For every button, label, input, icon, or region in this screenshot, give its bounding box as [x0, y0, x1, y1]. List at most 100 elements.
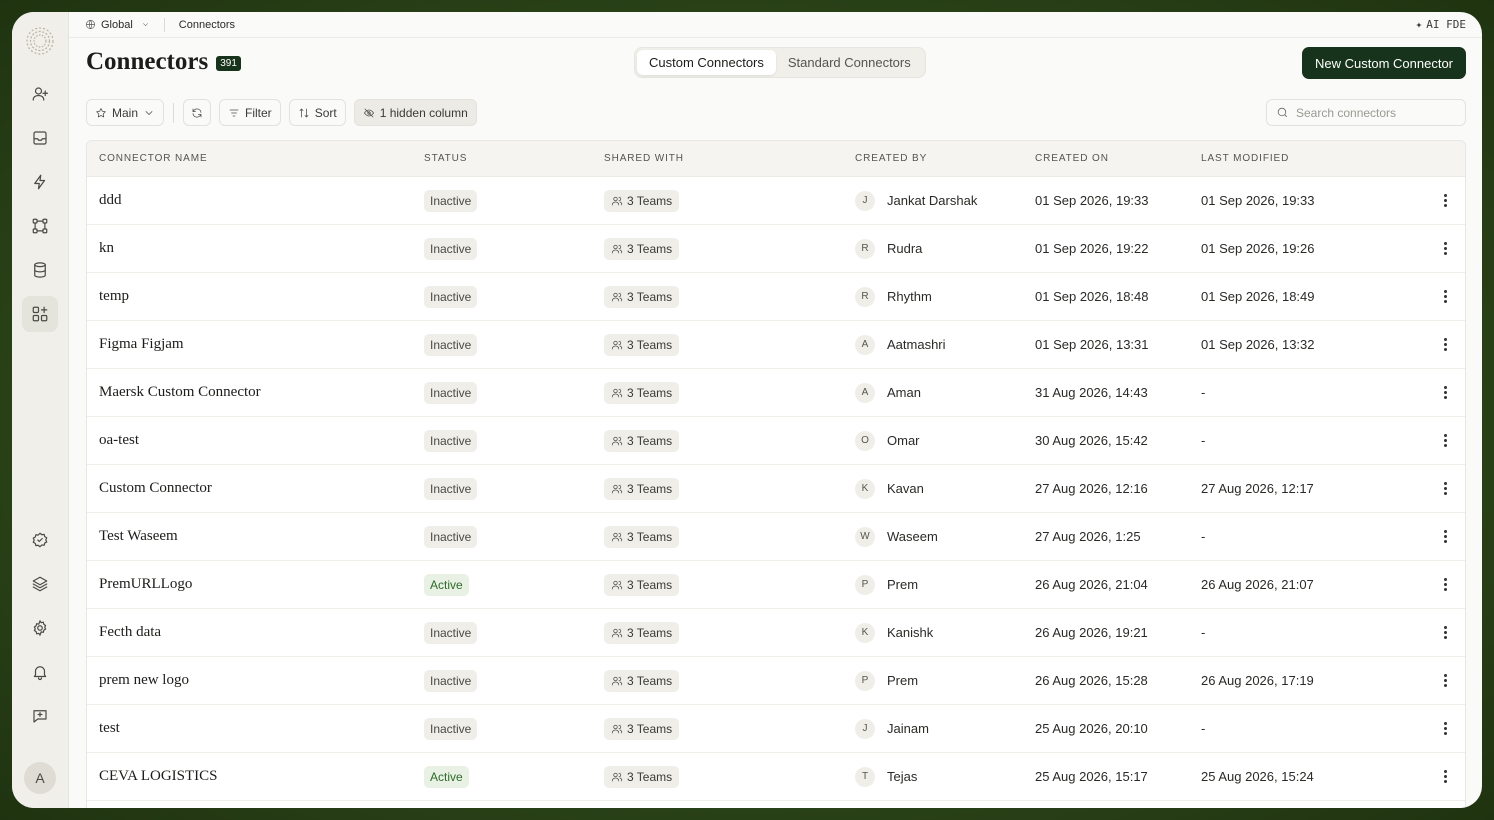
- connector-name[interactable]: Figma Figjam: [99, 336, 184, 353]
- row-menu-icon[interactable]: [1437, 481, 1453, 497]
- view-selector[interactable]: Main: [86, 99, 165, 126]
- shared-with-badge[interactable]: 3 Teams: [604, 621, 680, 644]
- connector-name[interactable]: prem new logo: [99, 672, 189, 689]
- connector-name[interactable]: CEVA LOGISTICS: [99, 768, 218, 785]
- nav-feedback[interactable]: [22, 698, 58, 734]
- shared-with-badge[interactable]: 3 Teams: [604, 237, 680, 260]
- table-row[interactable]: PremURLLogo Active 3 Teams P Prem 26 Aug…: [87, 561, 1465, 609]
- header-connector-name[interactable]: Connector Name: [99, 153, 208, 164]
- table-row[interactable]: Figma Figjam Inactive 3 Teams A Aatmashr…: [87, 321, 1465, 369]
- header-created-by[interactable]: Created By: [855, 153, 927, 164]
- shared-with-badge[interactable]: 3 Teams: [604, 765, 680, 788]
- row-menu-icon[interactable]: [1437, 673, 1453, 689]
- table-row[interactable]: ddd Inactive 3 Teams J Jankat Darshak 01…: [87, 177, 1465, 225]
- shared-with-badge[interactable]: 3 Teams: [604, 189, 680, 212]
- connector-name[interactable]: Custom Connector: [99, 480, 212, 497]
- ai-fde-button[interactable]: ✦ AI FDE: [1416, 18, 1466, 31]
- nav-inbox[interactable]: [22, 120, 58, 156]
- created-on: 26 Aug 2026, 15:28: [1035, 673, 1148, 688]
- nav-connectors[interactable]: [22, 296, 58, 332]
- connector-name[interactable]: oa-test: [99, 432, 139, 449]
- row-menu-icon[interactable]: [1437, 625, 1453, 641]
- table-row[interactable]: Custom Connector Inactive 3 Teams K Kava…: [87, 465, 1465, 513]
- user-avatar[interactable]: A: [24, 762, 56, 794]
- shared-with-badge[interactable]: 3 Teams: [604, 477, 680, 500]
- tab-custom-connectors[interactable]: Custom Connectors: [637, 50, 776, 75]
- table-row[interactable]: CEVA LOGISTICS Active 3 Teams T Tejas 25…: [87, 753, 1465, 801]
- status-badge: Active: [424, 573, 469, 596]
- connector-name[interactable]: Fecth data: [99, 624, 161, 641]
- row-menu-icon[interactable]: [1437, 385, 1453, 401]
- connector-name[interactable]: Maersk Custom Connector: [99, 384, 261, 401]
- table-row[interactable]: Fecth data Inactive 3 Teams K Kanishk 26…: [87, 609, 1465, 657]
- header-last-modified[interactable]: Last Modified: [1201, 153, 1289, 164]
- row-menu-icon[interactable]: [1437, 769, 1453, 785]
- creator: O Omar: [855, 430, 920, 451]
- brand-logo-icon[interactable]: [25, 26, 55, 56]
- table-row[interactable]: test Inactive 3 Teams J Jainam 25 Aug 20…: [87, 705, 1465, 753]
- status-badge: Inactive: [424, 525, 478, 548]
- creator: A Aman: [855, 382, 921, 403]
- table-row[interactable]: oa-test Inactive 3 Teams O Omar 30 Aug 2…: [87, 417, 1465, 465]
- shared-with-label: 3 Teams: [627, 721, 673, 736]
- connector-name[interactable]: kn: [99, 240, 114, 257]
- table-row[interactable]: kn Inactive 3 Teams R Rudra 01 Sep 2026,…: [87, 225, 1465, 273]
- creator: R Rhythm: [855, 286, 932, 307]
- nav-database[interactable]: [22, 252, 58, 288]
- scope-selector[interactable]: Global: [85, 19, 150, 31]
- users-icon: [611, 676, 623, 685]
- shared-with-badge[interactable]: 3 Teams: [604, 717, 680, 740]
- users-icon: [611, 484, 623, 493]
- connector-name[interactable]: Test Waseem: [99, 528, 178, 545]
- connector-name[interactable]: ddd: [99, 192, 122, 209]
- search-input[interactable]: [1296, 105, 1456, 120]
- table-row[interactable]: Test Waseem Inactive 3 Teams W Waseem 27…: [87, 513, 1465, 561]
- connector-name[interactable]: test: [99, 720, 120, 737]
- nav-automations[interactable]: [22, 164, 58, 200]
- row-menu-icon[interactable]: [1437, 193, 1453, 209]
- header-status[interactable]: Status: [424, 153, 467, 164]
- shared-with-badge[interactable]: 3 Teams: [604, 429, 680, 452]
- created-on: 01 Sep 2026, 19:22: [1035, 241, 1149, 256]
- nav-verify[interactable]: [22, 522, 58, 558]
- users-icon: [611, 340, 623, 349]
- row-menu-icon[interactable]: [1437, 289, 1453, 305]
- nav-workflows[interactable]: [22, 208, 58, 244]
- creator: W Waseem: [855, 526, 938, 547]
- creator-avatar: A: [855, 382, 875, 403]
- nav-notifications[interactable]: [22, 654, 58, 690]
- shared-with-badge[interactable]: 3 Teams: [604, 381, 680, 404]
- filter-button[interactable]: Filter: [219, 99, 281, 126]
- refresh-button[interactable]: [183, 99, 212, 126]
- shared-with-badge[interactable]: 3 Teams: [604, 669, 680, 692]
- row-menu-icon[interactable]: [1437, 577, 1453, 593]
- shared-with-label: 3 Teams: [627, 577, 673, 592]
- table-row[interactable]: prem new logo Inactive 3 Teams P Prem 26…: [87, 657, 1465, 705]
- header-created-on[interactable]: Created On: [1035, 153, 1109, 164]
- breadcrumb-current[interactable]: Connectors: [179, 19, 235, 31]
- hidden-columns-button[interactable]: 1 hidden column: [353, 99, 477, 126]
- table-header: Connector Name Status Shared With Create…: [87, 141, 1465, 177]
- new-custom-connector-button[interactable]: New Custom Connector: [1302, 47, 1466, 79]
- row-menu-icon[interactable]: [1437, 433, 1453, 449]
- nav-users[interactable]: [22, 76, 58, 112]
- created-on: 27 Aug 2026, 12:16: [1035, 481, 1148, 496]
- row-menu-icon[interactable]: [1437, 241, 1453, 257]
- row-menu-icon[interactable]: [1437, 337, 1453, 353]
- table-row[interactable]: Maersk Custom Connector Inactive 3 Teams…: [87, 369, 1465, 417]
- header-shared-with[interactable]: Shared With: [604, 153, 684, 164]
- shared-with-badge[interactable]: 3 Teams: [604, 333, 680, 356]
- shared-with-badge[interactable]: 3 Teams: [604, 525, 680, 548]
- tab-standard-connectors[interactable]: Standard Connectors: [776, 50, 923, 75]
- sort-button[interactable]: Sort: [288, 99, 346, 126]
- shared-with-badge[interactable]: 3 Teams: [604, 573, 680, 596]
- row-menu-icon[interactable]: [1437, 721, 1453, 737]
- connector-name[interactable]: PremURLLogo: [99, 576, 192, 593]
- row-menu-icon[interactable]: [1437, 529, 1453, 545]
- nav-layers[interactable]: [22, 566, 58, 602]
- created-on: 26 Aug 2026, 21:04: [1035, 577, 1148, 592]
- table-row[interactable]: temp Inactive 3 Teams R Rhythm 01 Sep 20…: [87, 273, 1465, 321]
- connector-name[interactable]: temp: [99, 288, 129, 305]
- shared-with-badge[interactable]: 3 Teams: [604, 285, 680, 308]
- nav-settings[interactable]: [22, 610, 58, 646]
